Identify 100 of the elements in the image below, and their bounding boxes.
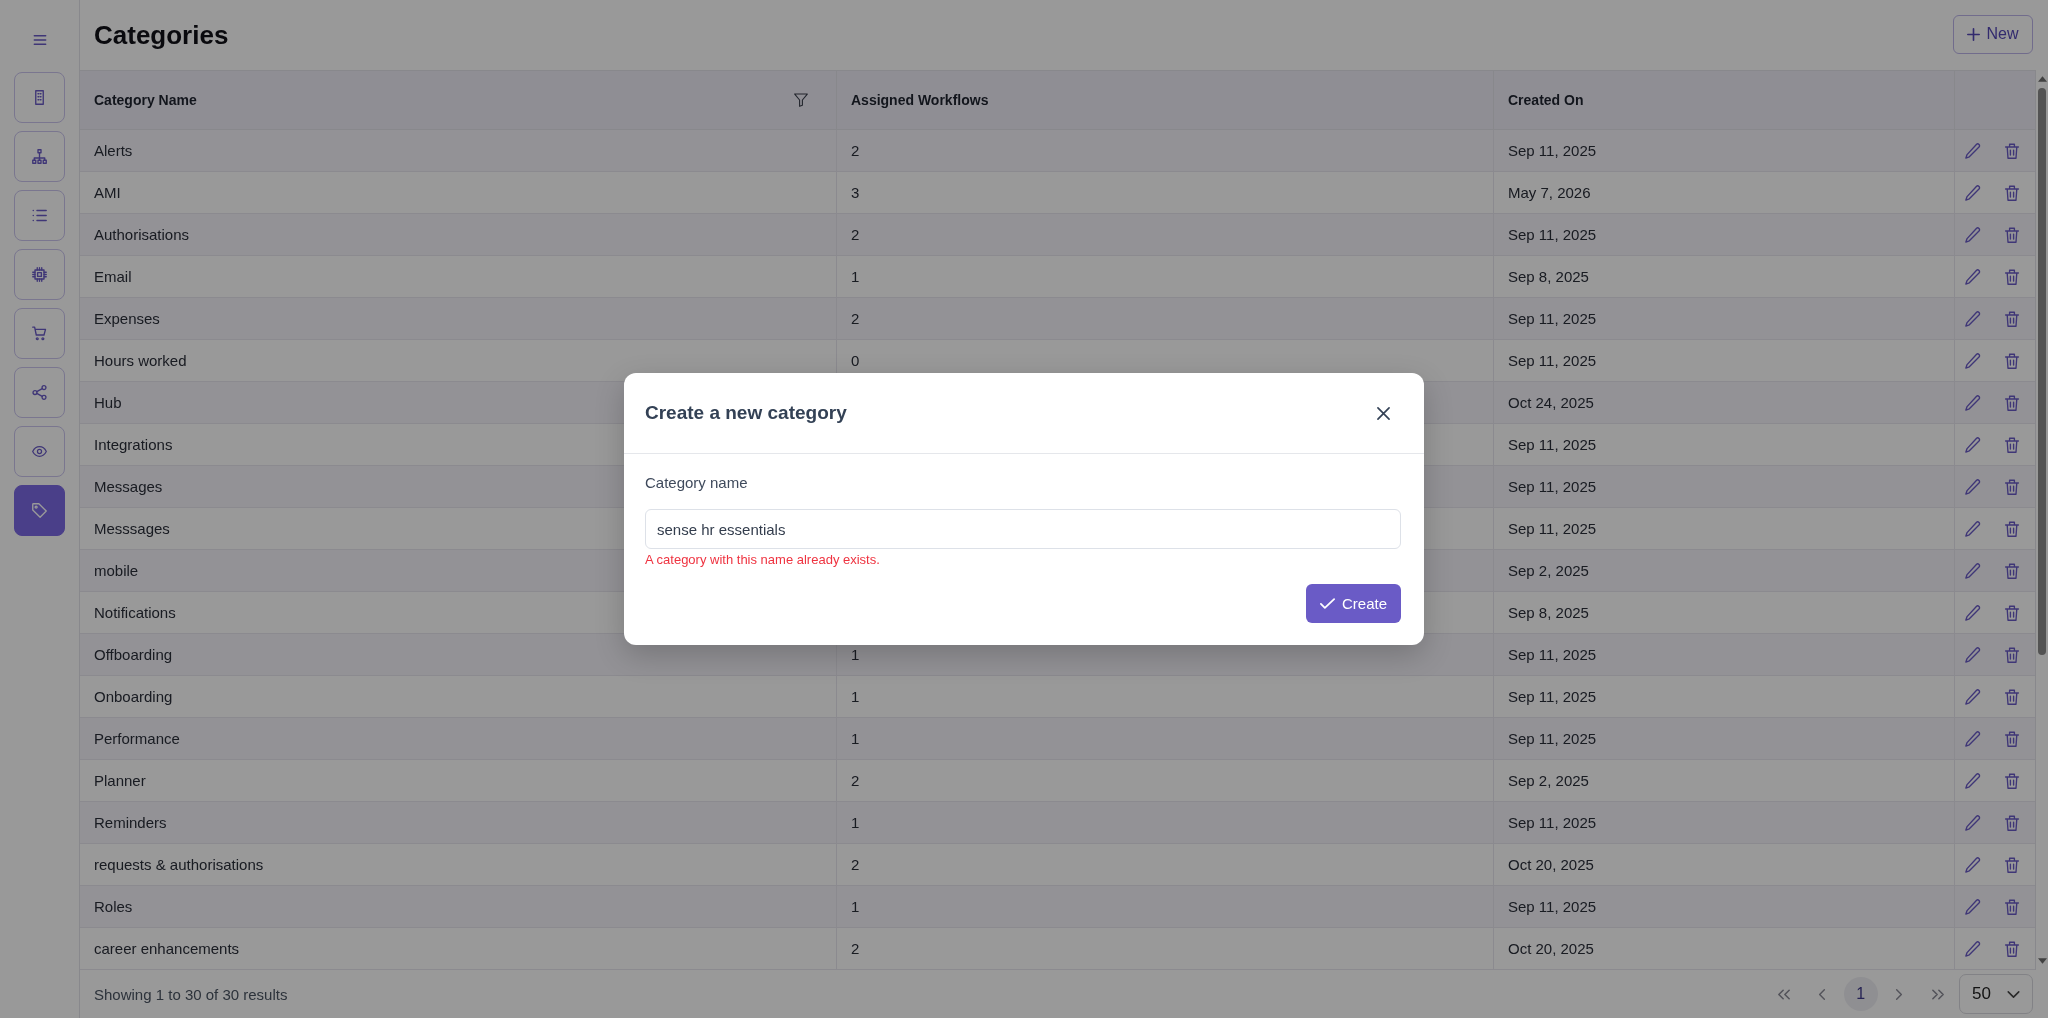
category-name: Roles <box>94 898 133 915</box>
menu-icon[interactable] <box>32 35 47 45</box>
trash-icon[interactable] <box>2004 142 2020 159</box>
org-chart-icon <box>32 149 47 164</box>
created-date: Oct 20, 2025 <box>1508 856 1594 873</box>
sidebar-button[interactable] <box>14 131 65 182</box>
eye-icon <box>32 444 47 459</box>
page-button[interactable]: 1 <box>1843 977 1878 1011</box>
pencil-icon[interactable] <box>1965 898 1981 915</box>
sidebar-button[interactable] <box>14 308 65 359</box>
category-name: Onboarding <box>94 688 173 705</box>
error-message: A category with this name already exists. <box>645 552 881 568</box>
category-name: mobile <box>94 562 139 579</box>
pencil-icon[interactable] <box>1965 184 1981 201</box>
trash-icon[interactable] <box>2004 394 2020 411</box>
scroll-down-icon[interactable] <box>2037 958 2047 964</box>
trash-icon[interactable] <box>2004 352 2020 369</box>
pencil-icon[interactable] <box>1965 352 1981 369</box>
pencil-icon[interactable] <box>1965 772 1981 789</box>
sidebar-button[interactable] <box>14 367 65 418</box>
category-name: Planner <box>94 772 146 789</box>
sidebar-button[interactable] <box>14 426 65 477</box>
created-date: Sep 11, 2025 <box>1508 352 1597 369</box>
category-name: Hub <box>94 394 122 411</box>
pencil-icon[interactable] <box>1965 814 1981 831</box>
first-page-icon[interactable] <box>1777 988 1790 1000</box>
workflow-count: 2 <box>851 226 860 243</box>
category-name: requests & authorisations <box>94 856 264 873</box>
category-name: AMI <box>94 184 121 201</box>
category-name: Offboarding <box>94 646 173 663</box>
trash-icon[interactable] <box>2004 730 2020 747</box>
pencil-icon[interactable] <box>1965 520 1981 537</box>
workflow-count: 2 <box>851 142 860 159</box>
created-date: Sep 8, 2025 <box>1508 604 1589 621</box>
pencil-icon[interactable] <box>1965 268 1981 285</box>
pencil-icon[interactable] <box>1965 394 1981 411</box>
trash-icon[interactable] <box>2004 436 2020 453</box>
trash-icon[interactable] <box>2004 184 2020 201</box>
trash-icon[interactable] <box>2004 520 2020 537</box>
trash-icon[interactable] <box>2004 856 2020 873</box>
column-header: Category Name <box>94 92 197 108</box>
trash-icon[interactable] <box>2004 268 2020 285</box>
modal-title: Create a new category <box>645 402 847 424</box>
category-name: Performance <box>94 730 180 747</box>
pencil-icon[interactable] <box>1965 646 1981 663</box>
category-name: Notifications <box>94 604 176 621</box>
check-icon <box>1320 598 1335 609</box>
pencil-icon[interactable] <box>1965 436 1981 453</box>
pencil-icon[interactable] <box>1965 310 1981 327</box>
trash-icon[interactable] <box>2004 688 2020 705</box>
workflow-count: 1 <box>851 730 860 747</box>
page-title: Categories <box>94 19 229 51</box>
pencil-icon[interactable] <box>1965 562 1981 579</box>
results-summary: Showing 1 to 30 of 30 results <box>94 985 288 1003</box>
pencil-icon[interactable] <box>1965 142 1981 159</box>
created-date: Oct 24, 2025 <box>1508 394 1594 411</box>
pencil-icon[interactable] <box>1965 226 1981 243</box>
workflow-count: 1 <box>851 646 860 663</box>
trash-icon[interactable] <box>2004 940 2020 957</box>
category-name: Expenses <box>94 310 160 327</box>
created-date: Sep 11, 2025 <box>1508 688 1597 705</box>
field-label: Category name <box>645 473 749 493</box>
trash-icon[interactable] <box>2004 898 2020 915</box>
trash-icon[interactable] <box>2004 814 2020 831</box>
close-icon[interactable] <box>1377 406 1390 420</box>
create-button[interactable]: Create <box>1306 584 1401 623</box>
category-name: Alerts <box>94 142 133 159</box>
pencil-icon[interactable] <box>1965 604 1981 621</box>
cart-icon <box>32 326 47 341</box>
scroll-up-icon[interactable] <box>2037 76 2047 82</box>
pencil-icon[interactable] <box>1965 940 1981 957</box>
created-date: Sep 11, 2025 <box>1508 730 1597 747</box>
last-page-icon[interactable] <box>1931 988 1944 1000</box>
created-date: Sep 11, 2025 <box>1508 310 1597 327</box>
category-name-input[interactable]: sense hr essentials <box>645 509 1401 549</box>
category-name: Authorisations <box>94 226 190 243</box>
scrollbar-thumb[interactable] <box>2038 88 2046 655</box>
trash-icon[interactable] <box>2004 772 2020 789</box>
pencil-icon[interactable] <box>1965 856 1981 873</box>
trash-icon[interactable] <box>2004 646 2020 663</box>
list-icon <box>32 208 47 223</box>
category-name: Integrations <box>94 436 173 453</box>
trash-icon[interactable] <box>2004 478 2020 495</box>
sidebar-button[interactable] <box>14 249 65 300</box>
sidebar-button[interactable] <box>14 72 65 123</box>
share-icon <box>32 385 47 400</box>
created-date: Sep 2, 2025 <box>1508 562 1589 579</box>
trash-icon[interactable] <box>2004 310 2020 327</box>
pencil-icon[interactable] <box>1965 688 1981 705</box>
funnel-icon[interactable] <box>794 93 808 107</box>
pencil-icon[interactable] <box>1965 478 1981 495</box>
sidebar-button[interactable] <box>14 485 65 536</box>
trash-icon[interactable] <box>2004 562 2020 579</box>
building-icon <box>32 90 47 105</box>
pencil-icon[interactable] <box>1965 730 1981 747</box>
new-button[interactable]: New <box>1953 14 2033 54</box>
page-size-select[interactable]: 50 <box>1959 974 2033 1014</box>
trash-icon[interactable] <box>2004 226 2020 243</box>
trash-icon[interactable] <box>2004 604 2020 621</box>
created-date: Sep 11, 2025 <box>1508 646 1597 663</box>
